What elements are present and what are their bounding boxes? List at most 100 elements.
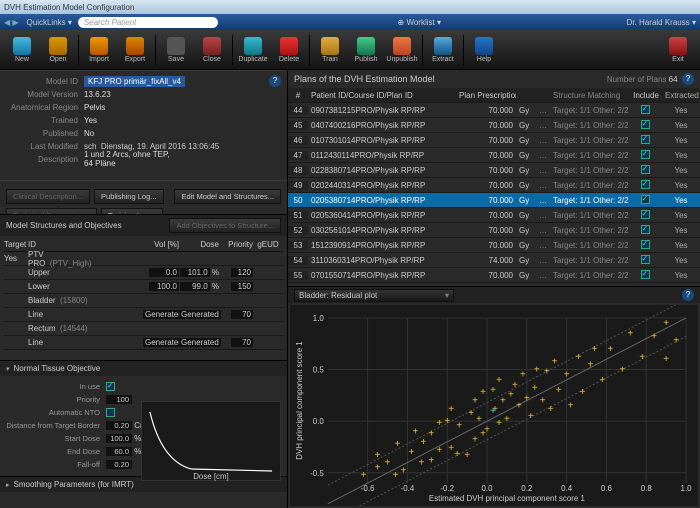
nto-auto-checkbox[interactable] [106,408,115,417]
nto-priority-input[interactable]: 100 [106,395,132,404]
publishing-log-button[interactable]: Publishing Log... [94,189,163,204]
svg-text:+: + [490,385,496,396]
publish-button[interactable]: Publish [348,37,384,63]
save-button: Save [158,37,194,63]
svg-text:+: + [395,439,401,450]
svg-text:+: + [500,396,506,407]
plan-row[interactable]: 510205360414PRO/Physik RP/RP70.000Gy…Tar… [288,208,700,223]
plan-row[interactable]: 450407400216PRO/Physik RP/RP70.000Gy…Tar… [288,118,700,133]
svg-text:+: + [639,352,645,363]
unpublish-button[interactable]: Unpublish [384,37,420,63]
nto-inuse-checkbox[interactable] [106,382,115,391]
plan-row[interactable]: 543110360314PRO/Physik RP/RP74.000Gy…Tar… [288,253,700,268]
include-checkbox[interactable] [641,225,650,234]
svg-text:+: + [534,365,540,376]
plan-row[interactable]: 550701550714PRO/Physik RP/RP70.000Gy…Tar… [288,268,700,283]
include-checkbox[interactable] [641,255,650,264]
objective-row[interactable]: Lower100.099.0 %150 [4,280,283,294]
svg-text:+: + [663,354,669,365]
search-input[interactable]: Search Patient [78,17,218,28]
svg-text:+: + [393,470,399,481]
plan-row[interactable]: 440907381215PRO/Physik RP/RP70.000Gy…Tar… [288,103,700,118]
residual-plot: -0.6-0.4-0.20.00.20.40.60.81.0-0.50.00.5… [290,305,698,506]
close-button[interactable]: Close [194,37,230,63]
include-checkbox[interactable] [641,150,650,159]
nto-sdose-input[interactable]: 100.0 [106,434,132,443]
svg-text:+: + [619,365,625,376]
plot-selector[interactable]: Bladder: Residual plot [294,289,454,302]
svg-text:+: + [464,450,470,461]
import-button[interactable]: Import [81,37,117,63]
new-button[interactable]: New [4,37,40,63]
svg-text:+: + [456,420,462,431]
help-icon[interactable]: ? [269,75,281,87]
nav-arrows[interactable]: ◀ ▶ [4,18,19,27]
help-icon[interactable]: ? [682,289,694,301]
svg-text:1.0: 1.0 [313,314,325,323]
include-checkbox[interactable] [641,120,650,129]
plan-row[interactable]: 490202440314PRO/Physik RP/RP70.000Gy…Tar… [288,178,700,193]
include-checkbox[interactable] [641,180,650,189]
include-checkbox[interactable] [641,240,650,249]
svg-text:+: + [564,370,570,381]
svg-text:+: + [428,429,434,440]
objectives-table: TargetID Vol [%]DosePrioritygEUD YesPTV … [0,236,287,360]
objective-row[interactable]: LineGeneratedGenerated70 [4,308,283,322]
clinical-desc-button[interactable]: Clinical Description... [6,189,90,204]
include-checkbox[interactable] [641,135,650,144]
model-published: No [84,129,269,138]
svg-text:+: + [580,387,586,398]
plan-row[interactable]: 500205380714PRO/Physik RP/RP70.000Gy…Tar… [288,193,700,208]
svg-text:+: + [444,416,450,427]
add-objectives-button[interactable]: Add Objectives to Structure... [169,218,281,233]
help-button[interactable]: Help [466,37,502,63]
objective-row[interactable]: Bladder (15800) [4,294,283,308]
svg-text:+: + [472,396,478,407]
exit-button[interactable]: Exit [660,37,696,63]
svg-text:+: + [480,387,486,398]
svg-text:+: + [524,393,530,404]
export-button[interactable]: Export [117,37,153,63]
svg-text:+: + [484,424,490,435]
svg-text:+: + [520,370,526,381]
svg-text:+: + [568,401,574,412]
duplicate-button[interactable]: Duplicate [235,37,271,63]
objective-row[interactable]: LineGeneratedGenerated70 [4,336,283,350]
svg-text:+: + [556,385,562,396]
edit-model-button[interactable]: Edit Model and Structures... [174,189,281,204]
svg-text:0.5: 0.5 [313,366,325,375]
delete-button[interactable]: Delete [271,37,307,63]
help-icon[interactable]: ? [682,73,694,85]
extract-button[interactable]: Extract [425,37,461,63]
include-checkbox[interactable] [641,165,650,174]
include-checkbox[interactable] [641,195,650,204]
worklist-menu[interactable]: ⊕ Worklist ▾ [398,18,441,27]
nto-header[interactable]: Normal Tissue Objective [0,360,287,376]
svg-text:0.4: 0.4 [561,484,573,493]
plan-row[interactable]: 480228380714PRO/Physik RP/RP70.000Gy…Tar… [288,163,700,178]
svg-text:+: + [375,463,381,474]
nto-falloff-input[interactable]: 0.20 [106,460,132,469]
svg-text:+: + [528,411,534,422]
objective-row[interactable]: YesPTV PRO (PTV_High) [4,252,283,266]
nto-dist-input[interactable]: 0.20 [106,421,132,430]
objective-row[interactable]: Upper0.0101.0 %120 [4,266,283,280]
train-button[interactable]: Train [312,37,348,63]
plan-row[interactable]: 470112430114PRO/Physik RP/RP70.000Gy…Tar… [288,148,700,163]
nto-edose-input[interactable]: 60.0 [106,447,132,456]
objective-row[interactable]: Rectum (14544) [4,322,283,336]
svg-text:+: + [436,418,442,429]
plans-table: # Patient ID/Course ID/Plan ID Plan Pres… [288,88,700,286]
plan-row[interactable]: 460107301014PRO/Physik RP/RP70.000Gy…Tar… [288,133,700,148]
quicklinks-menu[interactable]: QuickLinks ▾ [27,18,72,27]
include-checkbox[interactable] [641,105,650,114]
svg-text:+: + [408,447,414,458]
svg-text:+: + [436,445,442,456]
toolbar: New Open Import Export Save Close Duplic… [0,30,700,70]
open-button[interactable]: Open [40,37,76,63]
include-checkbox[interactable] [641,210,650,219]
plan-row[interactable]: 531512390914PRO/Physik RP/RP70.000Gy…Tar… [288,238,700,253]
user-menu[interactable]: Dr. Harald Krauss ▾ [627,18,696,27]
plan-row[interactable]: 520302561014PRO/Physik RP/RP70.000Gy…Tar… [288,223,700,238]
include-checkbox[interactable] [641,270,650,279]
